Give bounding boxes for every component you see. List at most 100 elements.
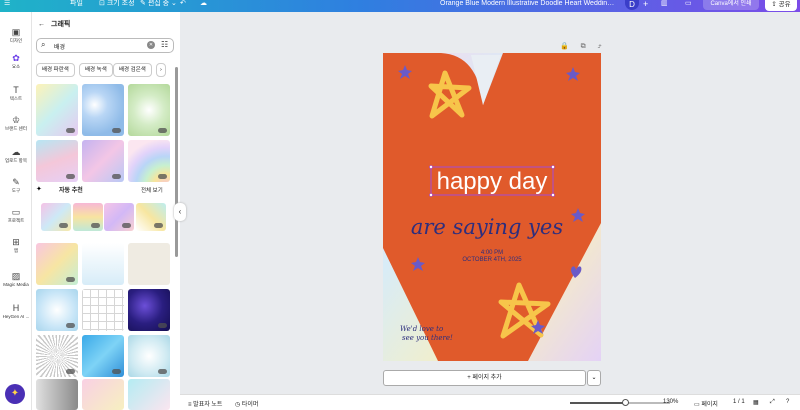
graphic-thumb[interactable] [82, 289, 124, 331]
magic-assistant-icon[interactable]: ✦ [5, 384, 25, 404]
rail-item[interactable]: ✿ 요소 [0, 52, 32, 70]
graphic-thumb[interactable] [82, 243, 124, 285]
script-line-text[interactable]: are saying yes [411, 215, 563, 239]
panel-scrollbar[interactable] [175, 67, 178, 257]
graphic-thumb[interactable] [82, 335, 124, 377]
selection-handle[interactable] [429, 193, 433, 197]
premium-crown-icon [158, 128, 167, 133]
resize-icon: ⊡ [99, 0, 107, 7]
text-icon: T [13, 85, 19, 95]
search-input[interactable]: ⌕ 배경 ✕ ☷ [36, 38, 174, 53]
section-title: 자동 추천 [59, 188, 83, 194]
graphic-thumb[interactable] [128, 140, 170, 182]
zoom-level[interactable]: 130% [663, 399, 678, 405]
invite-plus-button[interactable]: + [643, 0, 648, 9]
chip-green-background[interactable]: 배경 녹색 [79, 63, 113, 77]
pencil-icon: ✎ [140, 0, 148, 7]
design-page[interactable]: happy day are saying yes 4:00 PM OCTOBER… [383, 53, 601, 361]
graphic-thumb[interactable] [36, 243, 78, 285]
brand-icon: ♔ [11, 115, 21, 125]
menu-icon[interactable]: ☰ [4, 0, 10, 12]
chips-next-icon[interactable]: › [156, 63, 166, 77]
page-tools[interactable]: 🔒 ⧉ ⤴ [560, 42, 607, 51]
selection-handle[interactable] [429, 165, 433, 169]
premium-crown-icon [158, 323, 167, 328]
document-title[interactable]: Orange Blue Modern Illustrative Doodle H… [440, 0, 618, 8]
add-page-dropdown-chevron-icon[interactable]: ⌄ [587, 370, 601, 386]
graphic-thumb[interactable] [128, 289, 170, 331]
recommended-thumb[interactable] [104, 203, 134, 231]
rail-item[interactable]: ☁ 업로드 항목 [0, 146, 32, 164]
share-button[interactable]: ⇪ 공유 [765, 0, 797, 11]
search-icon: ⌕ [41, 40, 46, 49]
rail-item[interactable]: ▭ 프로젝트 [0, 206, 32, 224]
premium-crown-icon [66, 323, 75, 328]
grid-view-icon[interactable]: ▦ [753, 399, 759, 406]
graphic-thumb[interactable] [36, 289, 78, 331]
edit-mode-menu[interactable]: ✎ 편집 중 ⌄ [140, 0, 177, 12]
rail-item[interactable]: H HeyGen AI ... [0, 302, 32, 319]
selection-handle[interactable] [551, 193, 555, 197]
see-all-link[interactable]: 전체 보기 [141, 186, 163, 194]
graphic-thumb[interactable] [82, 84, 124, 136]
graphic-thumb[interactable] [128, 243, 170, 285]
pages-button[interactable]: ▭ 페이지 [694, 399, 718, 408]
timer-button[interactable]: ◷ 타이머 [235, 399, 258, 408]
date-text[interactable]: OCTOBER 4TH, 2025 [462, 257, 522, 263]
rail-item[interactable]: ▣ 디자인 [0, 26, 32, 44]
notes-button[interactable]: ≡ 발표자 노트 [188, 399, 222, 408]
graphic-thumb[interactable] [128, 84, 170, 136]
help-icon[interactable]: ? [786, 399, 789, 405]
graphic-thumb[interactable] [82, 379, 124, 410]
page-count: 1 / 1 [733, 399, 745, 405]
graphic-thumb[interactable] [36, 140, 78, 182]
add-page-button[interactable]: + 페이지 추가 [383, 370, 586, 386]
fullscreen-icon[interactable]: ⤢ [770, 399, 775, 406]
chip-black-background[interactable]: 배경 검은색 [113, 63, 152, 77]
rail-item-label: 프로젝트 [7, 218, 25, 223]
graphic-thumb[interactable] [36, 84, 78, 136]
selection-handle[interactable] [551, 165, 555, 169]
recommended-thumb[interactable] [41, 203, 71, 231]
resize-menu[interactable]: ⊡ 크기 조정 [99, 0, 135, 12]
timer-icon: ◷ [235, 402, 242, 408]
premium-crown-icon [59, 223, 68, 228]
headline-text[interactable]: happy day [437, 168, 548, 195]
zoom-slider[interactable] [570, 399, 670, 406]
zoom-slider-fill [570, 402, 625, 404]
graphic-thumb[interactable] [128, 335, 170, 377]
share-icon: ⇪ [771, 1, 779, 8]
recommended-thumb[interactable] [136, 203, 166, 231]
graphic-thumb[interactable] [36, 379, 78, 410]
chip-blue-background[interactable]: 배경 파란색 [36, 63, 75, 77]
collapse-panel-chevron-icon[interactable]: ‹ [174, 203, 186, 221]
rail-item[interactable]: ⊞ 앱 [0, 236, 32, 254]
comment-icon[interactable]: ▭ [685, 0, 692, 12]
premium-crown-icon [158, 174, 167, 179]
graphic-thumb[interactable] [36, 335, 78, 377]
filter-icon[interactable]: ☷ [161, 40, 168, 49]
file-menu[interactable]: 파일 [70, 0, 83, 12]
time-text[interactable]: 4:00 PM [481, 250, 503, 256]
stats-icon[interactable]: ▥ [661, 0, 668, 12]
rail-item[interactable]: ▨ Magic Media [0, 270, 32, 287]
clear-search-icon[interactable]: ✕ [147, 41, 155, 49]
rail-item[interactable]: ♔ 브랜드 센터 [0, 114, 32, 132]
back-arrow-icon[interactable]: ← [38, 21, 45, 28]
cloud-save-icon[interactable]: ☁ [200, 0, 207, 12]
recommended-thumb[interactable] [73, 203, 103, 231]
note-line-2[interactable]: see you there! [402, 334, 453, 342]
rail-item[interactable]: T 텍스트 [0, 84, 32, 102]
avatar[interactable]: D [625, 0, 639, 10]
note-line-1[interactable]: We'd love to [400, 325, 443, 333]
rail-item-label: HeyGen AI ... [2, 314, 30, 319]
rail-item-label: 브랜드 센터 [5, 126, 27, 131]
graphic-thumb[interactable] [82, 140, 124, 182]
print-button[interactable]: Canva에서 인쇄 [703, 0, 759, 10]
design-artwork: happy day are saying yes 4:00 PM OCTOBER… [383, 53, 601, 361]
zoom-slider-knob[interactable] [622, 399, 629, 406]
graphic-thumb[interactable] [128, 379, 170, 410]
rail-item[interactable]: ✎ 도구 [0, 176, 32, 194]
search-value: 배경 [54, 45, 66, 51]
undo-icon[interactable]: ↶ [180, 0, 186, 12]
